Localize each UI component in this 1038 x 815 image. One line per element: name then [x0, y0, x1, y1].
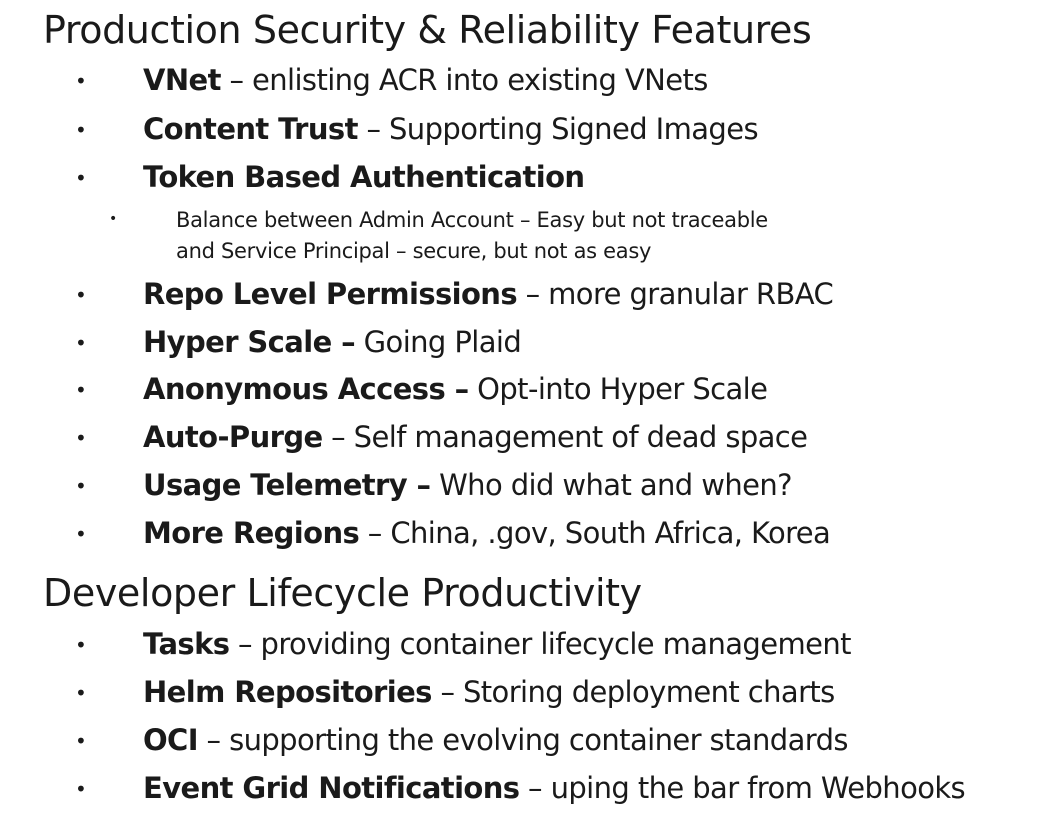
list-item-text: Repo Level Permissions – more granular R… — [143, 277, 834, 311]
sub-item-line-2: and Service Principal – secure, but not … — [176, 239, 652, 263]
bullet: • — [75, 69, 87, 93]
section-heading-security: Production Security & Reliability Featur… — [43, 8, 812, 52]
list-item-text: OCI – supporting the evolving container … — [143, 726, 848, 755]
bullet: • — [75, 331, 87, 355]
sub-item-line-1: Balance between Admin Account – Easy but… — [176, 208, 768, 232]
bullet: • — [75, 777, 87, 801]
list-item-text: Content Trust – Supporting Signed Images — [143, 112, 759, 146]
bullet: • — [75, 681, 87, 705]
list-item-text: More Regions – China, .gov, South Africa… — [143, 516, 831, 550]
item-desc: Who did what and when? — [430, 468, 792, 502]
list-item-text: Helm Repositories – Storing deployment c… — [143, 678, 835, 707]
item-desc: – China, .gov, South Africa, Korea — [359, 516, 831, 550]
bullet: • — [75, 166, 87, 190]
item-desc: – enlisting ACR into existing VNets — [220, 63, 708, 97]
item-desc: – Self management of dead space — [322, 420, 808, 454]
item-term: Helm Repositories — [143, 675, 432, 709]
list-item-text: Token Based Authentication — [143, 160, 585, 194]
item-term: Auto-Purge — [143, 420, 323, 454]
section-heading-developer: Developer Lifecycle Productivity — [43, 571, 642, 615]
slide: Production Security & Reliability Featur… — [0, 0, 1038, 815]
item-term: Usage Telemetry – — [143, 468, 431, 502]
item-desc: – more granular RBAC — [517, 277, 834, 311]
item-desc: Opt-into Hyper Scale — [468, 372, 768, 406]
item-term: Repo Level Permissions — [143, 277, 518, 311]
item-term: Hyper Scale – — [143, 325, 356, 359]
item-desc: – providing container lifecycle manageme… — [229, 627, 851, 661]
item-term: More Regions — [143, 516, 360, 550]
sub-list-item-text: Balance between Admin Account – Easy but… — [176, 205, 768, 267]
list-item-text: Event Grid Notifications – uping the bar… — [143, 771, 966, 805]
item-term: Content Trust — [143, 112, 358, 146]
sub-bullet: • — [109, 211, 118, 227]
item-term: Tasks — [143, 627, 230, 661]
bullet: • — [75, 474, 87, 498]
item-desc: – Supporting Signed Images — [357, 112, 758, 146]
item-desc: Going Plaid — [355, 325, 522, 359]
bullet: • — [75, 283, 87, 307]
item-desc: – supporting the evolving container stan… — [197, 723, 849, 757]
list-item-text: Tasks – providing container lifecycle ma… — [143, 627, 852, 661]
item-term: Token Based Authentication — [143, 160, 585, 194]
bullet: • — [75, 378, 87, 402]
list-item-text: Anonymous Access – Opt-into Hyper Scale — [143, 372, 768, 406]
list-item-text: Hyper Scale – Going Plaid — [143, 325, 522, 359]
list-item-text: Auto-Purge – Self management of dead spa… — [143, 420, 808, 454]
item-term: OCI — [143, 723, 199, 757]
bullet: • — [75, 426, 87, 450]
list-item-text: Usage Telemetry – Who did what and when? — [143, 468, 793, 502]
item-term: Anonymous Access – — [143, 372, 469, 406]
list-item-text: VNet – enlisting ACR into existing VNets — [143, 66, 708, 95]
item-term: Event Grid Notifications — [143, 771, 520, 805]
bullet: • — [75, 522, 87, 546]
bullet: • — [75, 118, 87, 142]
item-term: VNet — [143, 63, 221, 97]
item-desc: – Storing deployment charts — [431, 675, 835, 709]
item-desc: – uping the bar from Webhooks — [519, 771, 966, 805]
bullet: • — [75, 729, 87, 753]
bullet: • — [75, 633, 87, 657]
